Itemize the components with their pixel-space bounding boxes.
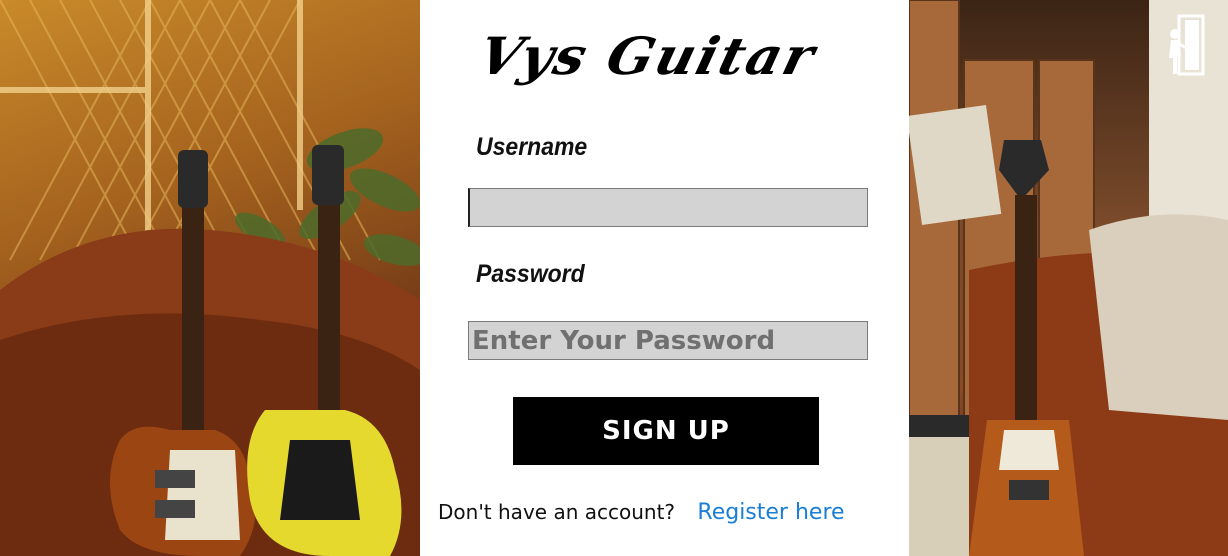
exit-door-icon[interactable]: [1165, 14, 1205, 78]
guitar-photo-right: [909, 0, 1228, 556]
register-prompt-text: Don't have an account?: [438, 500, 676, 524]
brand-logo: Vys Guitar: [472, 25, 823, 87]
username-input[interactable]: [468, 188, 868, 227]
username-label: Username: [476, 133, 588, 161]
register-link[interactable]: Register here: [697, 500, 844, 525]
login-panel: Vys Guitar Username Password SIGN UP Don…: [420, 0, 909, 556]
register-prompt: Don't have an account? Register here: [438, 500, 898, 525]
password-label: Password: [476, 260, 585, 288]
login-window: Vys Guitar Username Password SIGN UP Don…: [0, 0, 1228, 556]
sign-up-button[interactable]: SIGN UP: [513, 397, 819, 465]
guitar-photo-left: [0, 0, 420, 556]
password-input[interactable]: [468, 321, 868, 360]
